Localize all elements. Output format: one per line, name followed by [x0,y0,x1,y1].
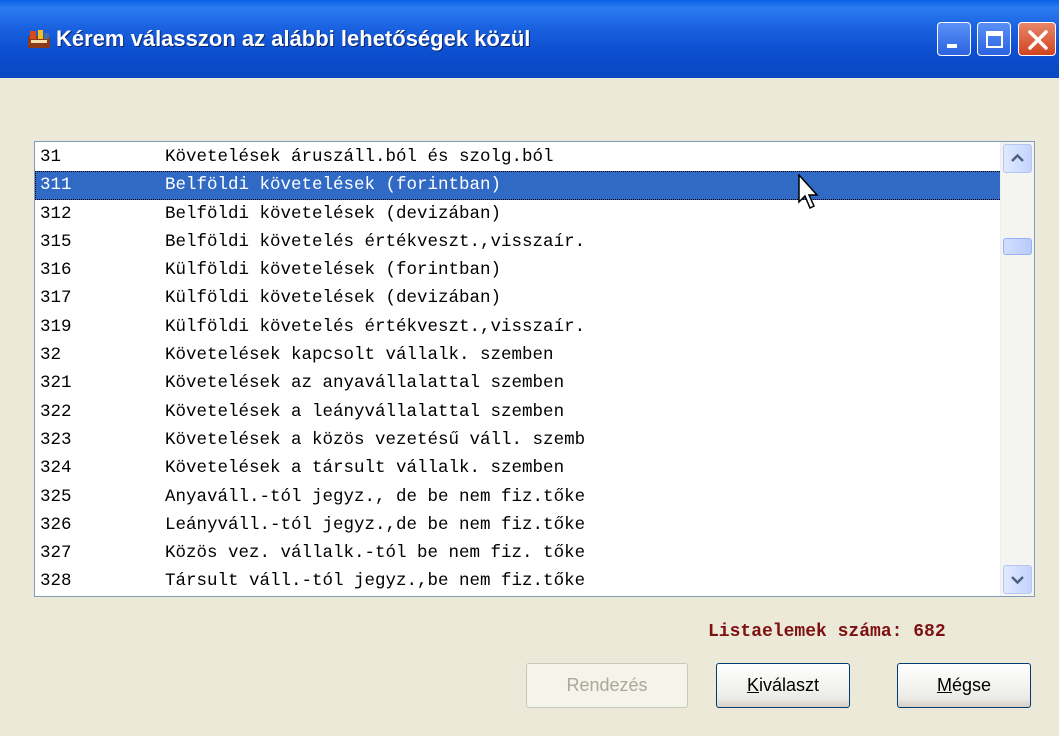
mouse-cursor-icon [798,174,819,210]
list-item[interactable]: 327 Közös vez. vállalk.-tól be nem fiz. t… [35,539,1002,567]
minimize-button[interactable] [937,22,971,56]
scroll-down-button[interactable] [1003,565,1032,594]
cancel-button[interactable]: Mégse [897,663,1031,708]
account-description: Követelések áruszáll.ból és szolg.ból [165,147,554,167]
window-title: Kérem válasszon az alábbi lehetőségek kö… [56,26,531,51]
account-code: 317 [40,288,72,309]
account-code: 326 [40,514,72,535]
cancel-accel-key: M [936,675,952,695]
account-description: Követelések a leányvállalattal szemben [165,401,565,422]
sort-button[interactable]: Rendezés [526,663,688,708]
item-count-label: Listaelemek száma: 682 [708,622,946,642]
close-icon [1028,30,1048,50]
title-bar[interactable]: Kérem válasszon az alábbi lehetőségek kö… [0,0,1059,78]
account-description: Leányváll.-tól jegyz.,de be nem fiz.tőke [165,514,586,535]
account-code: 328 [40,571,72,592]
list-item[interactable]: 316 Külföldi követelések (forintban) [35,256,1002,284]
account-code: 315 [40,231,72,252]
account-code: 31 [40,147,62,167]
account-code: 325 [40,486,72,507]
account-description: Követelések az anyavállalattal szemben [165,373,565,394]
account-code: 319 [40,316,72,337]
account-code: 32 [40,345,62,366]
account-description: Anyaváll.-tól jegyz., de be nem fiz.tőke [165,486,586,507]
account-code: 321 [40,373,72,394]
close-button[interactable] [1018,22,1056,56]
account-description: Külföldi követelés értékveszt.,visszaír. [165,316,586,337]
list-rows: 31 Követelések áruszáll.ból és szolg.ból 3… [35,143,1002,596]
app-icon [28,30,50,48]
list-item[interactable]: 328 Társult váll.-tól jegyz.,be nem fiz.t… [35,567,1002,595]
account-code: 323 [40,429,72,450]
select-button[interactable]: Kiválaszt [716,663,850,708]
list-item[interactable]: 323 Követelések a közös vezetésű váll. sz… [35,426,1002,454]
list-item[interactable]: 324 Követelések a társult vállalk. szembe… [35,454,1002,482]
list-item[interactable]: 311 Belföldi követelések (forintban) [35,171,1002,200]
account-description: Követelések kapcsolt vállalk. szemben [165,345,554,366]
account-code: 311 [40,175,72,196]
list-item[interactable]: 315 Belföldi követelés értékveszt.,vissza… [35,228,1002,256]
account-description: Külföldi követelések (forintban) [165,260,502,281]
list-item[interactable]: 31 Követelések áruszáll.ból és szolg.ból [35,143,1002,171]
account-code: 316 [40,260,72,281]
list-item[interactable]: 319 Külföldi követelés értékveszt.,vissza… [35,313,1002,341]
select-label-post: iválaszt [758,675,820,695]
account-description: Követelések a társult vállalk. szemben [165,458,565,479]
chevron-down-icon [1011,576,1024,585]
account-listbox[interactable]: 31 Követelések áruszáll.ból és szolg.ból 3… [34,141,1035,597]
list-item[interactable]: 326 Leányváll.-tól jegyz.,de be nem fiz.t… [35,511,1002,539]
list-item[interactable]: 317 Külföldi követelések (devizában) [35,284,1002,312]
list-item[interactable]: 321 Követelések az anyavállalattal szembe… [35,369,1002,397]
account-description: Külföldi követelések (devizában) [165,288,502,309]
chevron-up-icon [1011,153,1024,162]
account-code: 327 [40,543,72,564]
account-description: Belföldi követelések (devizában) [165,203,502,224]
account-description: Társult váll.-tól jegyz.,be nem fiz.tőke [165,571,586,592]
dialog-window: Kérem válasszon az alábbi lehetőségek kö… [0,0,1059,736]
list-item[interactable]: 325 Anyaváll.-tól jegyz., de be nem fiz.t… [35,483,1002,511]
account-code: 324 [40,458,72,479]
list-item[interactable]: 32 Követelések kapcsolt vállalk. szemben [35,341,1002,369]
account-description: Belföldi követelések (forintban) [165,175,502,196]
scroll-up-button[interactable] [1003,144,1032,173]
list-item[interactable]: 322 Követelések a leányvállalattal szembe… [35,398,1002,426]
cancel-label-post: égse [951,675,992,695]
account-description: Belföldi követelés értékveszt.,visszaír. [165,231,586,252]
list-item[interactable]: 312 Belföldi követelések (devizában) [35,200,1002,228]
account-description: Közös vez. vállalk.-tól be nem fiz. tőke [165,543,586,564]
maximize-icon [986,31,1003,48]
vertical-scrollbar[interactable] [1000,142,1034,596]
minimize-icon [947,44,957,48]
maximize-button[interactable] [977,22,1011,56]
scroll-thumb[interactable] [1003,238,1032,255]
account-code: 322 [40,401,72,422]
select-accel-key: K [746,675,759,695]
account-description: Követelések a közös vezetésű váll. szemb [165,429,586,450]
account-code: 312 [40,203,72,224]
